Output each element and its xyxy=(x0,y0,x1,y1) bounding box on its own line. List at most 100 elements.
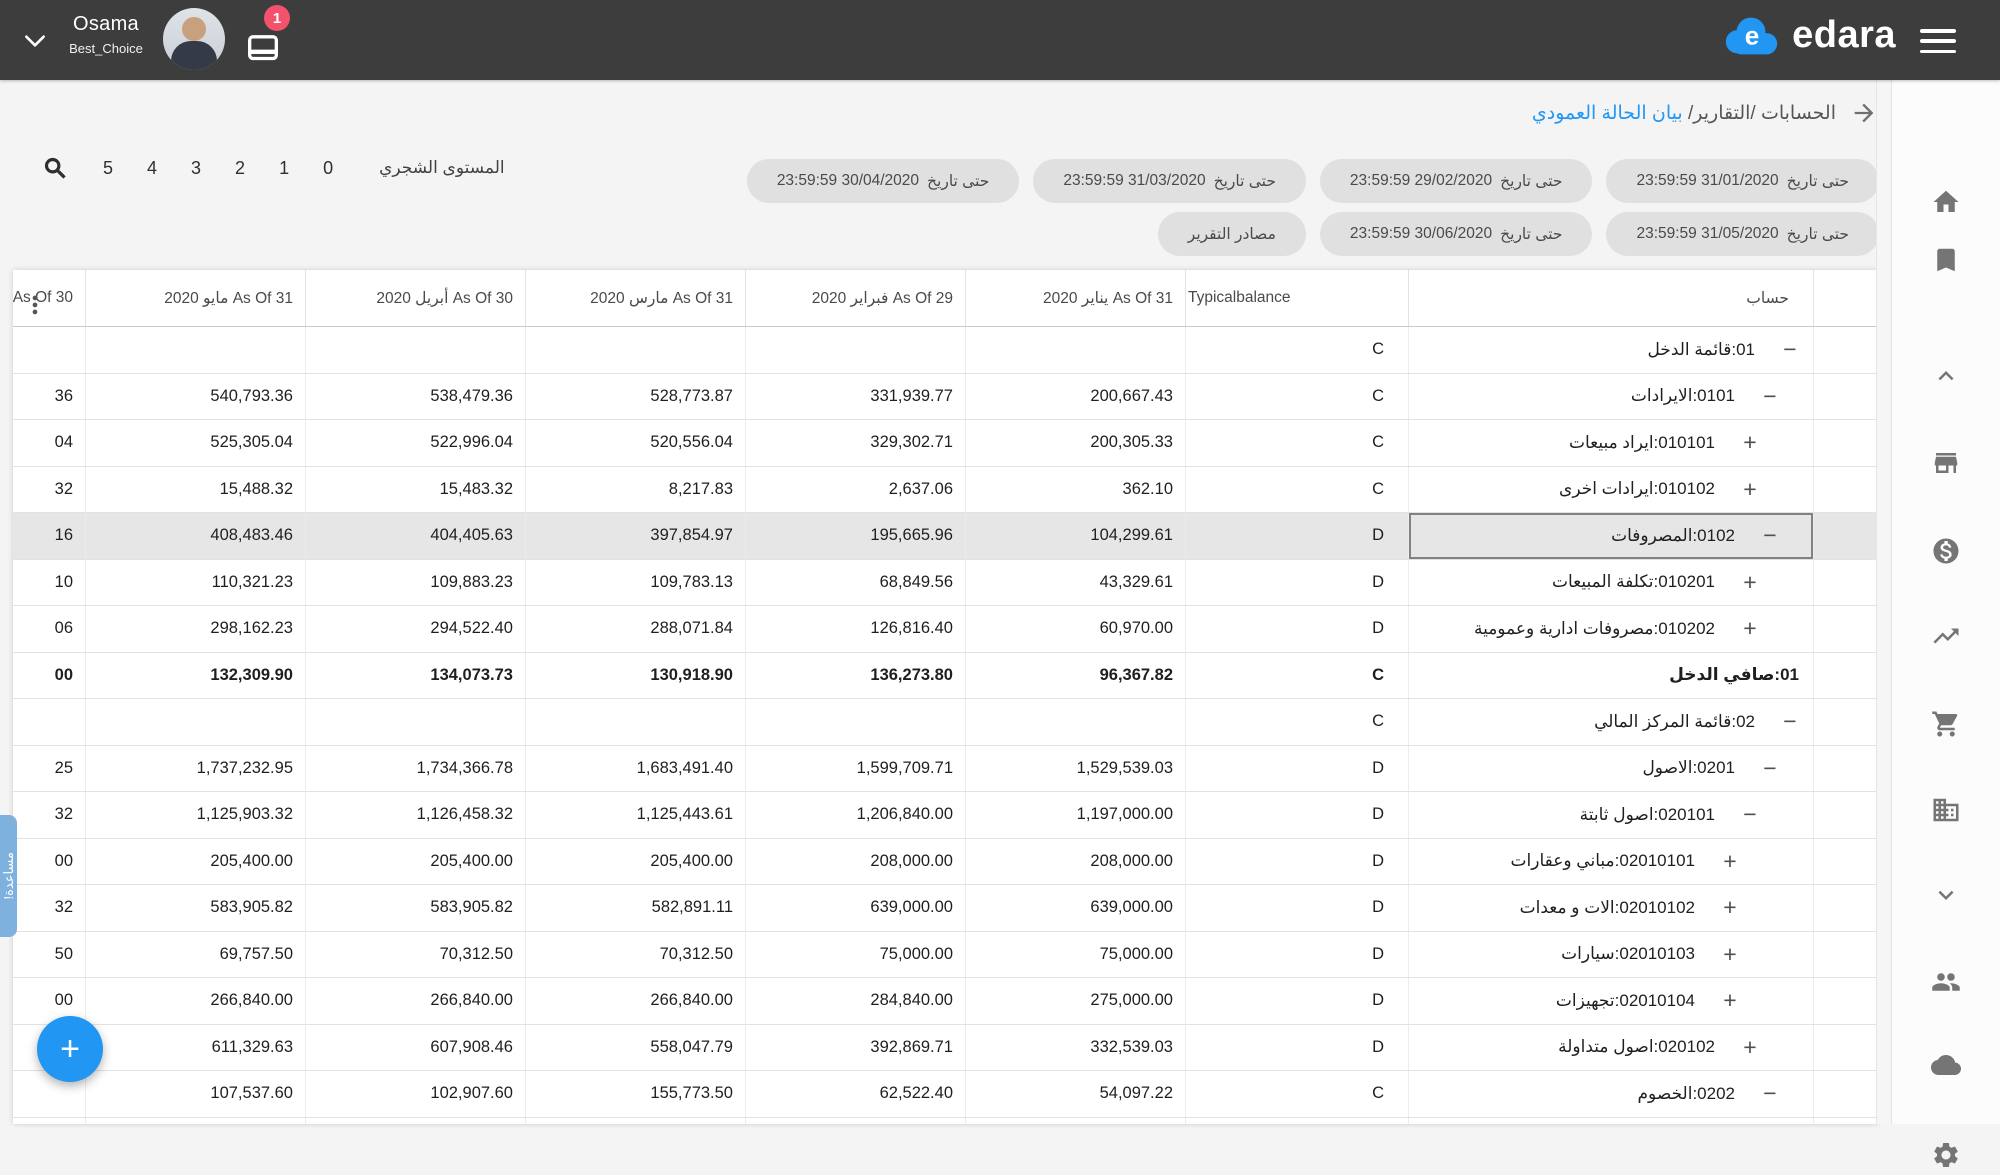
table-row[interactable]: 01:صافي الدخلC96,367.82136,273.80130,918… xyxy=(13,653,1878,700)
column-header-jan[interactable]: As Of 31 يناير 2020 xyxy=(965,270,1185,326)
vertical-scrollbar[interactable] xyxy=(1876,80,1892,1124)
account-cell[interactable]: 01:صافي الدخل xyxy=(1408,653,1813,699)
column-header-typicalbalance[interactable]: Typicalbalance xyxy=(1185,270,1408,326)
column-header-feb[interactable]: As Of 29 فبراير 2020 xyxy=(745,270,965,326)
expand-plus-icon[interactable]: + xyxy=(1741,617,1759,640)
account-cell[interactable]: −0201:الاصول xyxy=(1408,746,1813,792)
table-row[interactable]: −0102:المصروفاتD104,299.61195,665.96397,… xyxy=(13,513,1878,560)
table-row[interactable]: −01:قائمة الدخلC xyxy=(13,327,1878,374)
filter-chip-date[interactable]: حتى تاريخ23:59:59 31/01/2020 xyxy=(1606,159,1879,203)
account-cell[interactable]: +02010101:مباني وعقارات xyxy=(1408,839,1813,885)
collapse-minus-icon[interactable]: − xyxy=(1781,338,1799,361)
expand-plus-icon[interactable]: + xyxy=(1741,478,1759,501)
account-cell[interactable]: +020102:اصول متداولة xyxy=(1408,1025,1813,1071)
table-row[interactable]: −020101:اصول ثابتةD1,197,000.001,206,840… xyxy=(13,792,1878,839)
sidebar-item-gear[interactable] xyxy=(1931,1140,1961,1170)
tree-level-4[interactable]: 4 xyxy=(147,158,157,179)
sidebar-item-cloud[interactable] xyxy=(1931,1050,1961,1080)
kebab-menu-icon[interactable] xyxy=(21,291,49,319)
table-row[interactable]: +02010101:مباني وعقاراتD208,000.00208,00… xyxy=(13,839,1878,886)
sidebar-item-chevron-down[interactable] xyxy=(1931,880,1961,910)
hamburger-menu-icon[interactable] xyxy=(1920,29,1956,53)
help-tab[interactable]: مساعدة! xyxy=(0,815,17,937)
expand-plus-icon[interactable]: + xyxy=(1741,571,1759,594)
table-row[interactable]: −0202:الخصومC54,097.2262,522.40155,773.5… xyxy=(13,1071,1878,1118)
breadcrumb-current[interactable]: بيان الحالة العمودي xyxy=(1532,103,1683,124)
table-row[interactable]: +020202:خصوم متداولةC54,097.2262,522.401… xyxy=(13,1118,1878,1125)
account-cell[interactable]: +02010104:تجهيزات xyxy=(1408,978,1813,1024)
collapse-minus-icon[interactable]: − xyxy=(1761,524,1779,547)
column-header-may[interactable]: As Of 31 مايو 2020 xyxy=(85,270,305,326)
table-row[interactable]: +010202:مصروفات ادارية وعموميةD60,970.00… xyxy=(13,606,1878,653)
collapse-minus-icon[interactable]: − xyxy=(1741,803,1759,826)
sidebar-item-cart[interactable] xyxy=(1931,709,1961,739)
arrow-right-icon[interactable] xyxy=(1850,99,1878,127)
expand-plus-icon[interactable]: + xyxy=(1741,1036,1759,1059)
sidebar-item-dollar-circle[interactable] xyxy=(1931,536,1961,566)
search-icon[interactable] xyxy=(42,155,69,182)
account-cell[interactable]: +010201:تكلفة المبيعات xyxy=(1408,560,1813,606)
table-row[interactable]: +010201:تكلفة المبيعاتD43,329.6168,849.5… xyxy=(13,560,1878,607)
account-cell[interactable]: +02010102:الات و معدات xyxy=(1408,885,1813,931)
filter-chip-report-sources[interactable]: مصادر التقرير xyxy=(1158,212,1306,256)
chevron-down-icon[interactable] xyxy=(22,28,48,54)
table-row[interactable]: −0101:الايراداتC200,667.43331,939.77528,… xyxy=(13,374,1878,421)
filter-chip-date[interactable]: حتى تاريخ23:59:59 31/05/2020 xyxy=(1606,212,1879,256)
account-cell[interactable]: +02010103:سيارات xyxy=(1408,932,1813,978)
tree-level-2[interactable]: 2 xyxy=(235,158,245,179)
column-header-apr[interactable]: As Of 30 أبريل 2020 xyxy=(305,270,525,326)
notifications-bag-icon[interactable] xyxy=(243,26,283,66)
expand-plus-icon[interactable]: + xyxy=(1721,943,1739,966)
account-cell[interactable]: +010102:ايرادات اخرى xyxy=(1408,467,1813,513)
filter-chip-date[interactable]: حتى تاريخ23:59:59 30/06/2020 xyxy=(1320,212,1593,256)
tree-level-3[interactable]: 3 xyxy=(191,158,201,179)
avatar[interactable] xyxy=(163,8,225,70)
expand-plus-icon[interactable]: + xyxy=(1721,989,1739,1012)
sidebar-item-chevron-up[interactable] xyxy=(1931,361,1961,391)
account-cell[interactable]: +010101:ايراد مبيعات xyxy=(1408,420,1813,466)
user-block[interactable]: Osama Best_Choice xyxy=(58,13,154,56)
sidebar-item-trending-up[interactable] xyxy=(1931,621,1961,651)
filter-chip-date[interactable]: حتى تاريخ23:59:59 31/03/2020 xyxy=(1033,159,1306,203)
collapse-minus-icon[interactable]: − xyxy=(1761,1082,1779,1105)
column-header-mar[interactable]: As Of 31 مارس 2020 xyxy=(525,270,745,326)
tree-level-1[interactable]: 1 xyxy=(279,158,289,179)
collapse-minus-icon[interactable]: − xyxy=(1761,385,1779,408)
account-cell[interactable]: −020101:اصول ثابتة xyxy=(1408,792,1813,838)
tree-level-0[interactable]: 0 xyxy=(323,158,333,179)
filter-chip-date[interactable]: حتى تاريخ23:59:59 30/04/2020 xyxy=(747,159,1020,203)
value-cell: 195,665.96 xyxy=(745,513,965,559)
table-row[interactable]: +02010103:سياراتD75,000.0075,000.0070,31… xyxy=(13,932,1878,979)
table-row[interactable]: +02010104:تجهيزاتD275,000.00284,840.0026… xyxy=(13,978,1878,1025)
collapse-minus-icon[interactable]: − xyxy=(1781,710,1799,733)
row-spacer-cell xyxy=(1813,839,1878,885)
sidebar-item-people[interactable] xyxy=(1931,967,1961,997)
account-cell[interactable]: −01:قائمة الدخل xyxy=(1408,327,1813,373)
expand-plus-icon[interactable]: + xyxy=(1721,850,1739,873)
collapse-minus-icon[interactable]: − xyxy=(1761,757,1779,780)
account-cell[interactable]: −02:قائمة المركز المالي xyxy=(1408,699,1813,745)
sidebar-item-bookmark[interactable] xyxy=(1931,245,1961,275)
account-cell[interactable]: −0202:الخصوم xyxy=(1408,1071,1813,1117)
table-row[interactable]: −02:قائمة المركز الماليC xyxy=(13,699,1878,746)
sidebar-item-store[interactable] xyxy=(1931,448,1961,478)
account-cell[interactable]: +020202:خصوم متداولة xyxy=(1408,1118,1813,1125)
account-cell[interactable]: −0101:الايرادات xyxy=(1408,374,1813,420)
value-cell: 43,329.61 xyxy=(965,560,1185,606)
table-row[interactable]: −0201:الاصولD1,529,539.031,599,709.711,6… xyxy=(13,746,1878,793)
table-row[interactable]: +020102:اصول متداولةD332,539.03392,869.7… xyxy=(13,1025,1878,1072)
add-fab-button[interactable]: + xyxy=(37,1016,103,1082)
table-row[interactable]: +010102:ايرادات اخرىC362.102,637.068,217… xyxy=(13,467,1878,514)
filter-chip-date[interactable]: حتى تاريخ23:59:59 29/02/2020 xyxy=(1320,159,1593,203)
account-cell[interactable]: +010202:مصروفات ادارية وعمومية xyxy=(1408,606,1813,652)
brand-logo[interactable]: e edara xyxy=(1720,13,1896,57)
expand-plus-icon[interactable]: + xyxy=(1721,896,1739,919)
account-cell[interactable]: −0102:المصروفات xyxy=(1408,513,1813,559)
table-row[interactable]: +02010102:الات و معداتD639,000.00639,000… xyxy=(13,885,1878,932)
table-row[interactable]: +010101:ايراد مبيعاتC200,305.33329,302.7… xyxy=(13,420,1878,467)
sidebar-item-home[interactable] xyxy=(1931,187,1961,217)
column-header-account[interactable]: حساب xyxy=(1408,270,1813,326)
expand-plus-icon[interactable]: + xyxy=(1741,431,1759,454)
tree-level-5[interactable]: 5 xyxy=(103,158,113,179)
sidebar-item-building[interactable] xyxy=(1931,795,1961,825)
